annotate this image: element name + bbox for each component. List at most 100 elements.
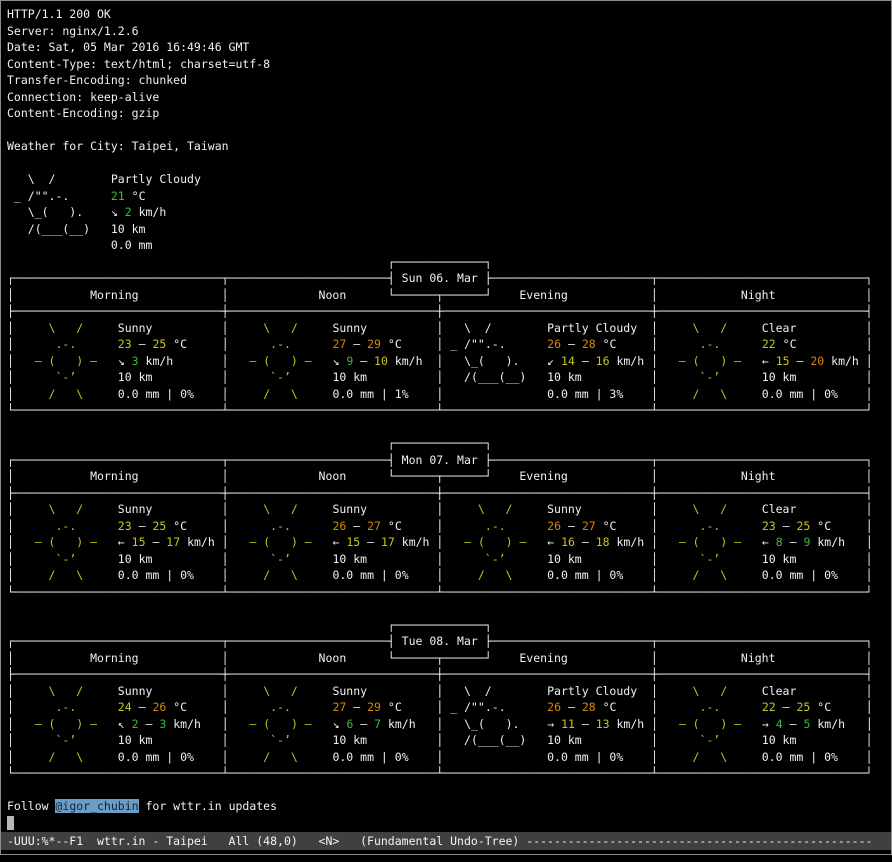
text-run: – bbox=[561, 519, 582, 533]
terminal-line: Connection: keep-alive bbox=[7, 89, 891, 106]
text-run: └──────────────────────────────┴────────… bbox=[7, 585, 872, 599]
terminal-line: │ \ / Sunny │ \ / Sunny │ \ / Sunny │ \ … bbox=[7, 501, 891, 518]
text-run: 23 bbox=[762, 519, 776, 533]
text-run: 27 bbox=[332, 700, 346, 714]
text-run: HTTP/1.1 200 OK bbox=[7, 7, 111, 21]
text-run: .-. bbox=[658, 700, 762, 714]
text-run: Connection: keep-alive bbox=[7, 90, 159, 104]
text-run: km/h bbox=[180, 535, 215, 549]
text-run: │ bbox=[582, 370, 658, 384]
text-run: – bbox=[783, 717, 804, 731]
text-run: km/h bbox=[610, 535, 645, 549]
text-run: 2 bbox=[132, 717, 139, 731]
text-run: ┌──────────────────────────────┬────────… bbox=[7, 634, 872, 648]
terminal-buffer[interactable]: HTTP/1.1 200 OKServer: nginx/1.2.6Date: … bbox=[1, 1, 891, 831]
terminal-line: Transfer-Encoding: chunked bbox=[7, 72, 891, 89]
text-run: \ / bbox=[7, 172, 111, 186]
text-run: 10 km bbox=[332, 552, 367, 566]
text-run: / \ bbox=[658, 568, 762, 582]
text-run: → bbox=[762, 717, 776, 731]
text-run: Sunny bbox=[332, 321, 367, 335]
text-run: – bbox=[360, 535, 381, 549]
text-run: \ / bbox=[229, 502, 333, 516]
text-run: /(___(__) bbox=[443, 733, 547, 747]
text-run: km/h bbox=[610, 717, 645, 731]
text-run: │ bbox=[797, 337, 873, 351]
text-run: km/h bbox=[824, 354, 859, 368]
text-run: │ bbox=[616, 700, 658, 714]
text-run: │ bbox=[215, 535, 229, 549]
text-run: 0.0 mm | 0% bbox=[762, 750, 838, 764]
text-run: `-’ bbox=[14, 552, 118, 566]
text-run: │ Morning │ Noon └──────┬──────┘ Evening… bbox=[7, 651, 872, 665]
text-run: 10 km bbox=[118, 552, 153, 566]
text-run: 0.0 mm | 0% bbox=[118, 568, 194, 582]
twitter-handle-link[interactable]: @igor_chubin bbox=[55, 799, 138, 813]
text-run bbox=[443, 387, 547, 401]
text-run: Clear bbox=[762, 502, 797, 516]
text-run: │ bbox=[429, 535, 443, 549]
text-run: 10 km bbox=[547, 733, 582, 747]
text-run: │ Morning │ Noon └──────┬──────┘ Evening… bbox=[7, 288, 872, 302]
text-run: │ bbox=[7, 750, 14, 764]
terminal-line: │ Morning │ Noon └──────┬──────┘ Evening… bbox=[7, 287, 891, 304]
text-run: │ bbox=[7, 519, 14, 533]
text-run: │ bbox=[409, 750, 444, 764]
text-run: `-’ bbox=[443, 552, 547, 566]
text-run: ― ( ) ― bbox=[14, 354, 118, 368]
text-run: │ bbox=[402, 519, 444, 533]
text-run: \ / bbox=[443, 321, 547, 335]
text-run: 0.0 mm bbox=[111, 238, 153, 252]
cursor-block bbox=[7, 816, 14, 830]
text-run: │ bbox=[194, 387, 229, 401]
text-run: Partly Cloudy bbox=[547, 321, 637, 335]
text-run: │ bbox=[367, 733, 443, 747]
text-run: │ bbox=[409, 568, 444, 582]
text-run: /(___(__) bbox=[7, 222, 111, 236]
text-run: ├──────────────────────────────┼────────… bbox=[7, 486, 872, 500]
text-run: │ Morning │ Noon └──────┬──────┘ Evening… bbox=[7, 469, 872, 483]
terminal-line: └──────────────────────────────┴────────… bbox=[7, 402, 891, 419]
terminal-line: │ .-. 23 – 25 °C │ .-. 27 – 29 °C │ _ /"… bbox=[7, 336, 891, 353]
text-run: │ bbox=[402, 700, 444, 714]
text-run: │ bbox=[644, 535, 658, 549]
text-run: Partly Cloudy bbox=[111, 172, 201, 186]
terminal-line: │ / \ 0.0 mm | 0% │ / \ 0.0 mm | 0% │ / … bbox=[7, 567, 891, 584]
text-run: │ bbox=[582, 733, 658, 747]
text-run: ┌─────────────┐ bbox=[7, 255, 492, 269]
text-run: °C bbox=[381, 337, 402, 351]
text-run: 18 bbox=[596, 535, 610, 549]
text-run: ↘ bbox=[333, 717, 347, 731]
text-run: \ / bbox=[443, 502, 547, 516]
text-run: .-. bbox=[229, 519, 333, 533]
text-run: ― ( ) ― bbox=[658, 717, 762, 731]
text-run: │ bbox=[623, 387, 658, 401]
text-run: `-’ bbox=[658, 370, 762, 384]
text-run: \_( ). bbox=[7, 205, 111, 219]
text-run: / \ bbox=[229, 568, 333, 582]
terminal-line: │ \ / Sunny │ \ / Sunny │ \ / Partly Clo… bbox=[7, 683, 891, 700]
text-run: – bbox=[561, 337, 582, 351]
text-run: .-. bbox=[14, 700, 118, 714]
text-run: 10 km bbox=[762, 552, 797, 566]
text-run: / \ bbox=[229, 387, 333, 401]
text-run: Sunny bbox=[118, 684, 153, 698]
text-run: – bbox=[776, 700, 797, 714]
text-run: │ bbox=[7, 387, 14, 401]
text-run: \_( ). bbox=[443, 717, 547, 731]
text-run: \ / bbox=[14, 321, 118, 335]
text-run: / \ bbox=[658, 750, 762, 764]
text-run: │ bbox=[187, 337, 229, 351]
text-run: ├──────────────────────────────┼────────… bbox=[7, 667, 872, 681]
text-run: 0.0 mm | 0% bbox=[332, 568, 408, 582]
text-run: km/h bbox=[388, 354, 423, 368]
text-run: for wttr.in updates bbox=[139, 799, 277, 813]
text-run: 10 km bbox=[762, 733, 797, 747]
text-run: ↘ bbox=[111, 205, 125, 219]
text-run: │ bbox=[423, 354, 444, 368]
terminal-line: Content-Encoding: gzip bbox=[7, 105, 891, 122]
text-run: 28 bbox=[582, 337, 596, 351]
terminal-line: │ ― ( ) ― ↖ 2 – 3 km/h │ ― ( ) ― ↘ 6 – 7… bbox=[7, 716, 891, 733]
text-run: `-’ bbox=[14, 370, 118, 384]
terminal-line: 0.0 mm bbox=[7, 237, 891, 254]
